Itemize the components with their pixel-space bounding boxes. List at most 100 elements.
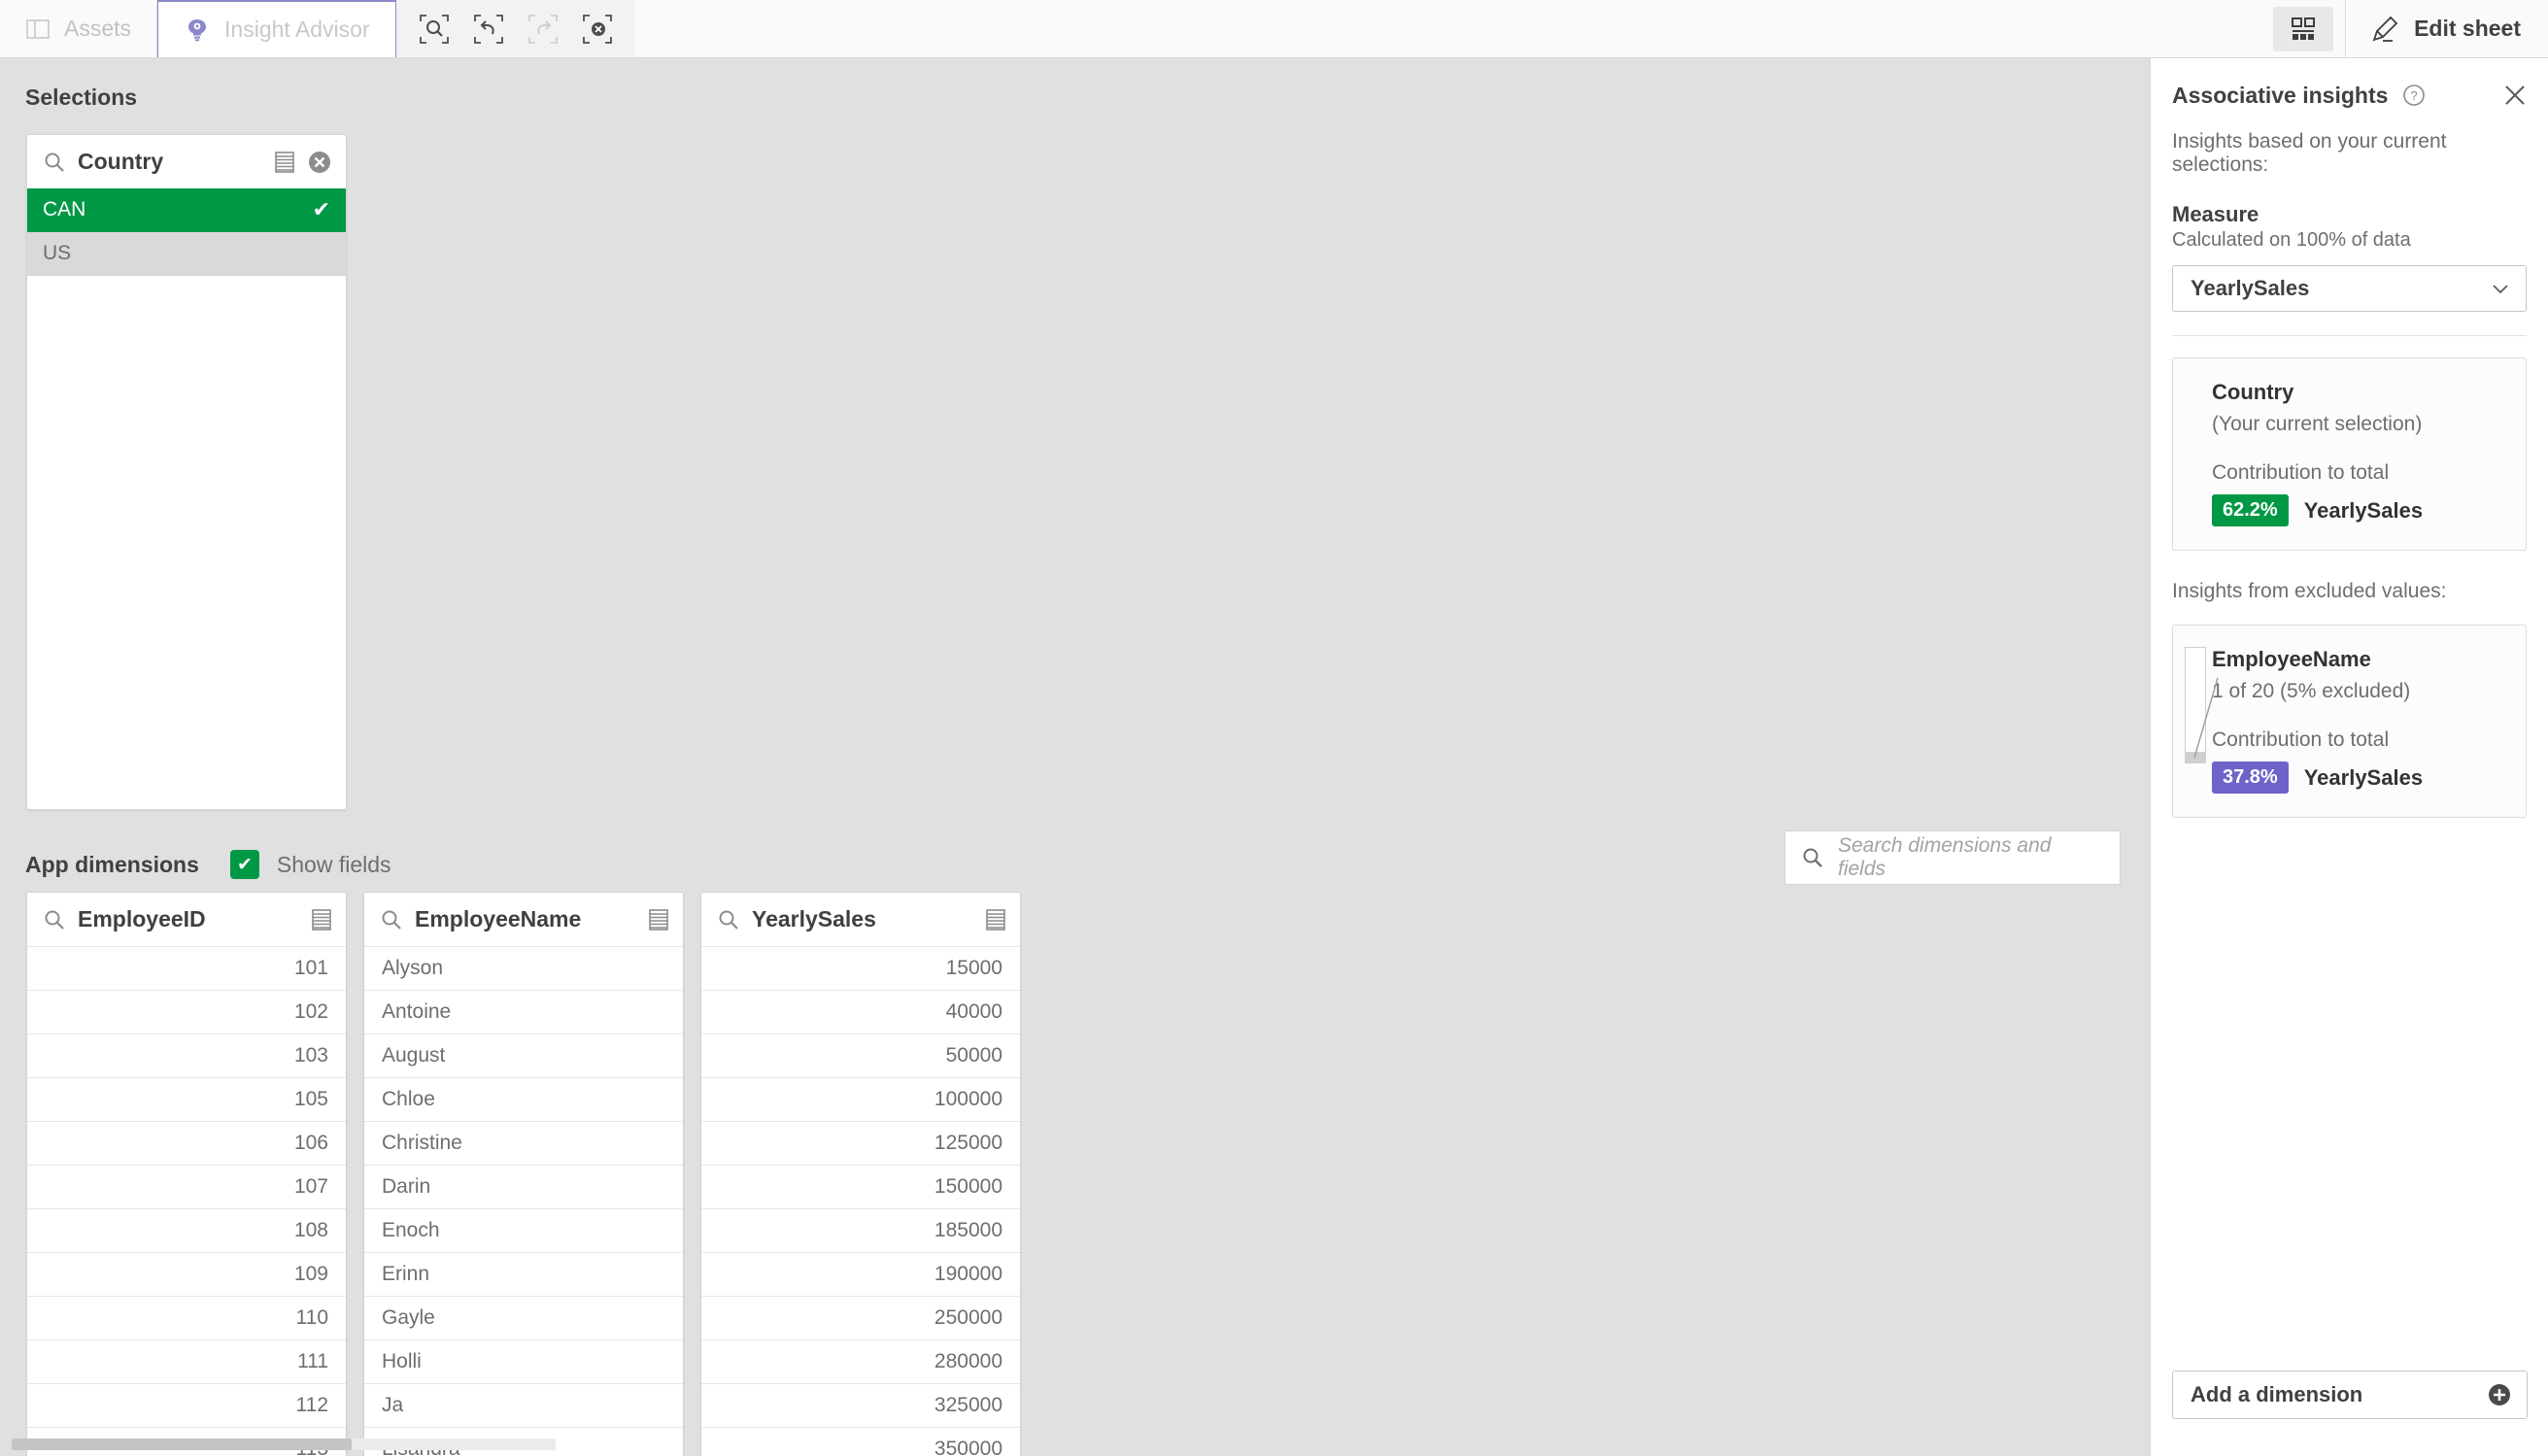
- listbox-icon[interactable]: [985, 908, 1006, 931]
- check-icon: ✔: [312, 197, 330, 221]
- listbox-yearlysales: YearlySales 15000 40000 50000 100000 125…: [700, 892, 1021, 1456]
- list-item[interactable]: 106: [27, 1121, 346, 1165]
- selection-value-row[interactable]: US: [27, 232, 346, 276]
- scrollbar-thumb[interactable]: [12, 1439, 352, 1450]
- list-item[interactable]: Antoine: [364, 990, 683, 1033]
- card-contribution-label: Contribution to total: [2212, 461, 2390, 484]
- tab-assets[interactable]: Assets: [0, 0, 158, 57]
- app-dimensions-label: App dimensions: [25, 851, 199, 877]
- list-item[interactable]: Darin: [364, 1165, 683, 1208]
- list-item[interactable]: Christine: [364, 1121, 683, 1165]
- insight-card-current-selection[interactable]: Country (Your current selection) Contrib…: [2172, 357, 2527, 551]
- panel-icon: [25, 17, 51, 42]
- horizontal-scrollbar[interactable]: [12, 1439, 556, 1450]
- list-item[interactable]: 185000: [701, 1208, 1020, 1252]
- card-measure-name: YearlySales: [2303, 497, 2424, 523]
- list-item[interactable]: 111: [27, 1339, 346, 1383]
- selection-tools: [395, 0, 635, 57]
- listbox-icon[interactable]: [648, 908, 669, 931]
- show-fields-checkbox[interactable]: ✔: [229, 850, 259, 879]
- list-item[interactable]: Gayle: [364, 1296, 683, 1339]
- clear-circle-icon[interactable]: [307, 150, 332, 175]
- listbox-header[interactable]: EmployeeName: [364, 893, 683, 946]
- measure-select[interactable]: YearlySales: [2172, 265, 2527, 312]
- list-item[interactable]: 250000: [701, 1296, 1020, 1339]
- list-item[interactable]: 102: [27, 990, 346, 1033]
- show-fields-label[interactable]: Show fields: [277, 852, 391, 878]
- calculated-note: Calculated on 100% of data: [2172, 229, 2411, 251]
- selections-title: Selections: [25, 85, 138, 110]
- list-item[interactable]: Holli: [364, 1339, 683, 1383]
- tab-insight-advisor[interactable]: Insight Advisor: [157, 0, 396, 57]
- search-icon: [1801, 846, 1824, 869]
- clear-selections-icon[interactable]: [575, 7, 620, 51]
- search-icon[interactable]: [43, 908, 66, 931]
- divider: [2172, 335, 2527, 336]
- card-note: 1 of 20 (5% excluded): [2212, 680, 2411, 702]
- excluded-values-label: Insights from excluded values:: [2172, 580, 2447, 602]
- measure-select-value: YearlySales: [2191, 276, 2310, 300]
- add-dimension-button[interactable]: Add a dimension: [2172, 1371, 2528, 1419]
- list-item[interactable]: 112: [27, 1383, 346, 1427]
- list-item[interactable]: 50000: [701, 1033, 1020, 1077]
- list-item[interactable]: 150000: [701, 1165, 1020, 1208]
- list-item[interactable]: 325000: [701, 1383, 1020, 1427]
- selection-value-row[interactable]: CAN ✔: [27, 188, 346, 232]
- selection-value-label: CAN: [43, 198, 86, 220]
- list-item[interactable]: Enoch: [364, 1208, 683, 1252]
- close-icon[interactable]: [2501, 82, 2529, 109]
- status-badge: 37.8%: [2212, 762, 2289, 794]
- listbox-header[interactable]: EmployeeID: [27, 893, 346, 946]
- card-note: (Your current selection): [2212, 413, 2423, 435]
- search-icon[interactable]: [717, 908, 740, 931]
- help-circle-icon[interactable]: ?: [2401, 83, 2427, 108]
- listbox-employeeid: EmployeeID 101 102 103 105 106 107 108 1…: [26, 892, 347, 1456]
- listbox-field-name: EmployeeID: [78, 906, 206, 931]
- toolbar-spacer: [634, 0, 2262, 57]
- list-item[interactable]: 190000: [701, 1252, 1020, 1296]
- search-dimensions-input[interactable]: Search dimensions and fields: [1784, 830, 2121, 885]
- list-item[interactable]: 280000: [701, 1339, 1020, 1383]
- insight-card-excluded-employeename[interactable]: EmployeeName 1 of 20 (5% excluded) Contr…: [2172, 625, 2527, 818]
- tab-assets-label: Assets: [64, 16, 132, 41]
- list-item[interactable]: 110: [27, 1296, 346, 1339]
- list-item[interactable]: Alyson: [364, 946, 683, 990]
- edit-sheet-button[interactable]: Edit sheet: [2346, 0, 2548, 57]
- list-item[interactable]: 109: [27, 1252, 346, 1296]
- list-item[interactable]: August: [364, 1033, 683, 1077]
- listbox-icon[interactable]: [311, 908, 332, 931]
- list-item[interactable]: 40000: [701, 990, 1020, 1033]
- list-item[interactable]: 101: [27, 946, 346, 990]
- list-item[interactable]: Erinn: [364, 1252, 683, 1296]
- list-item[interactable]: Ja: [364, 1383, 683, 1427]
- listbox-icon[interactable]: [274, 151, 295, 174]
- add-dimension-label: Add a dimension: [2191, 1382, 2363, 1406]
- list-item[interactable]: 108: [27, 1208, 346, 1252]
- card-measure-name: YearlySales: [2303, 764, 2424, 790]
- card-dimension-name: EmployeeName: [2212, 647, 2371, 671]
- list-item[interactable]: 107: [27, 1165, 346, 1208]
- list-item[interactable]: Chloe: [364, 1077, 683, 1121]
- page-title: Associative insights: [2172, 82, 2389, 108]
- pencil-icon: [2369, 14, 2400, 45]
- list-item[interactable]: 103: [27, 1033, 346, 1077]
- search-icon[interactable]: [380, 908, 403, 931]
- list-item[interactable]: 350000: [701, 1427, 1020, 1456]
- list-item[interactable]: 15000: [701, 946, 1020, 990]
- status-badge: 62.2%: [2212, 494, 2289, 526]
- list-item[interactable]: 105: [27, 1077, 346, 1121]
- selection-list-empty-area: [27, 276, 346, 800]
- list-item[interactable]: 100000: [701, 1077, 1020, 1121]
- step-forward-icon: [521, 7, 565, 51]
- selection-listbox-header[interactable]: Country: [27, 135, 346, 188]
- list-item[interactable]: 125000: [701, 1121, 1020, 1165]
- listbox-header[interactable]: YearlySales: [701, 893, 1020, 946]
- step-back-icon[interactable]: [466, 7, 511, 51]
- selection-search-icon[interactable]: [412, 7, 457, 51]
- mini-bar-chart: [2185, 647, 2206, 763]
- chevron-down-icon: [2489, 277, 2512, 300]
- checkmark-icon: ✔: [236, 854, 253, 875]
- sheet-grid-icon[interactable]: [2273, 6, 2334, 51]
- search-placeholder: Search dimensions and fields: [1838, 834, 2052, 880]
- search-icon[interactable]: [43, 151, 66, 174]
